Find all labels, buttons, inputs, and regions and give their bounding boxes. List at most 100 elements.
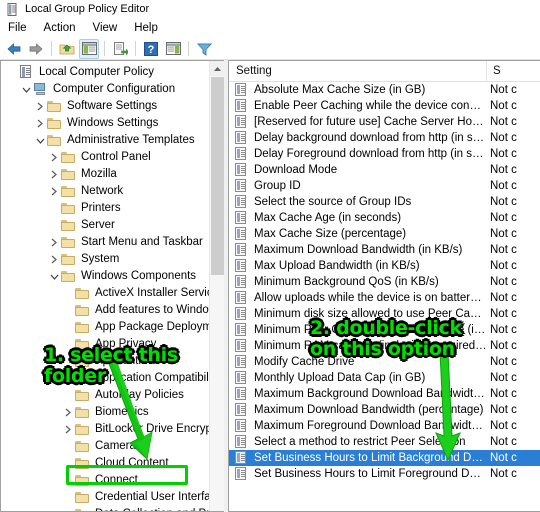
chevron-placeholder xyxy=(61,438,75,455)
tree-item-start-menu-and-taskbar[interactable]: Start Menu and Taskbar xyxy=(1,234,209,251)
tree-item-activex-installer-service[interactable]: ActiveX Installer Service xyxy=(1,285,219,302)
settings-list-row[interactable]: Minimum RAM capacity (inclusive) require… xyxy=(229,338,540,354)
tree-item-windows-components[interactable]: Windows Components xyxy=(1,268,209,285)
tree-item-app-package-deployment[interactable]: App Package Deployment xyxy=(1,319,224,336)
chevron-right-icon[interactable] xyxy=(33,115,47,132)
scroll-up-arrow-icon[interactable] xyxy=(210,61,224,76)
menu-item-help[interactable]: Help xyxy=(134,20,167,36)
settings-list-row[interactable]: Select the source of Group IDs Not c xyxy=(229,194,540,210)
settings-list-row[interactable]: Select a method to restrict Peer Selecti… xyxy=(229,434,540,450)
tree-item-label: Control Panel xyxy=(81,151,151,163)
setting-state: Not c xyxy=(490,164,517,176)
chevron-down-icon[interactable] xyxy=(47,268,61,285)
settings-list-row[interactable]: Maximum Foreground Download Bandwidth (p… xyxy=(229,418,540,434)
up-one-level-button[interactable] xyxy=(57,39,77,59)
content-panes: Local Computer Policy Computer Configurat… xyxy=(0,60,540,512)
policy-setting-icon xyxy=(234,354,249,370)
show-hide-console-tree-button[interactable] xyxy=(79,38,99,59)
settings-list-row[interactable]: Maximum Background Download Bandwidth (p… xyxy=(229,386,540,402)
tree-scrollbar-thumb[interactable] xyxy=(211,77,224,275)
chevron-right-icon[interactable] xyxy=(47,183,61,200)
settings-list-row[interactable]: Maximum Download Bandwidth (in KB/s) Not … xyxy=(229,242,540,258)
tree-item-application-compatibility[interactable]: Application Compatibility xyxy=(1,370,220,387)
menu-item-action[interactable]: Action xyxy=(44,20,85,36)
back-button[interactable] xyxy=(4,39,24,59)
tree-item-data-collection-and-preview-bu[interactable]: Data Collection and Preview Bu xyxy=(1,506,224,511)
settings-list-row[interactable]: Minimum Peer Caching Content File Size (… xyxy=(229,322,540,338)
tree-item-system[interactable]: System xyxy=(1,251,209,268)
help-button[interactable]: ? xyxy=(141,39,161,59)
menu-item-view[interactable]: View xyxy=(93,20,127,36)
chevron-right-icon[interactable] xyxy=(61,421,75,438)
setting-name: Delay background download from http (in … xyxy=(254,132,487,144)
tree-item-autoplay-policies[interactable]: AutoPlay Policies xyxy=(1,387,209,404)
setting-name: Group ID xyxy=(254,180,301,192)
chevron-right-icon[interactable] xyxy=(61,404,75,421)
show-hide-action-pane-button[interactable] xyxy=(163,39,183,59)
tree-item-software-settings[interactable]: Software Settings xyxy=(1,98,209,115)
chevron-right-icon[interactable] xyxy=(47,234,61,251)
tree-item-network[interactable]: Network xyxy=(1,183,209,200)
tree-item-computer-configuration[interactable]: Computer Configuration xyxy=(1,81,209,98)
settings-list-row[interactable]: [Reserved for future use] Cache Server H… xyxy=(229,114,540,130)
tree-item-mozilla[interactable]: Mozilla xyxy=(1,166,209,183)
policy-icon xyxy=(19,64,35,81)
menu-item-file[interactable]: File xyxy=(8,20,36,36)
setting-name: Minimum Background QoS (in KB/s) xyxy=(254,276,439,288)
settings-list-row[interactable]: Max Cache Size (percentage) Not c xyxy=(229,226,540,242)
tree-item-label: AutoPlay Policies xyxy=(95,389,184,401)
settings-list-row[interactable]: Minimum Background QoS (in KB/s) Not c xyxy=(229,274,540,290)
chevron-right-icon[interactable] xyxy=(47,149,61,166)
chevron-placeholder xyxy=(61,455,75,472)
tree-scrollbar[interactable] xyxy=(209,61,224,511)
settings-list-row[interactable]: Enable Peer Caching while the device con… xyxy=(229,98,540,114)
settings-list[interactable]: Absolute Max Cache Size (in GB) Not c Enab… xyxy=(229,82,540,511)
settings-list-row[interactable]: Delay background download from http (in … xyxy=(229,130,540,146)
setting-state: Not c xyxy=(490,308,517,320)
settings-list-row[interactable]: Max Cache Age (in seconds) Not c xyxy=(229,210,540,226)
settings-list-row[interactable]: Monthly Upload Data Cap (in GB) Not c xyxy=(229,370,540,386)
settings-list-row[interactable]: Group ID Not c xyxy=(229,178,540,194)
forward-button[interactable] xyxy=(26,39,46,59)
tree-item-app-privacy[interactable]: App Privacy xyxy=(1,336,209,353)
tree-item-label: Start Menu and Taskbar xyxy=(81,236,203,248)
tree-item-bitlocker-drive-encryption[interactable]: BitLocker Drive Encryption xyxy=(1,421,224,438)
chevron-placeholder xyxy=(61,285,75,302)
tree-item-app-runtime[interactable]: App runtime xyxy=(1,353,209,370)
setting-state: Not c xyxy=(490,228,517,240)
tree-item-local-computer-policy[interactable]: Local Computer Policy xyxy=(1,64,209,81)
tree-item-camera[interactable]: Camera xyxy=(1,438,209,455)
tree-item-control-panel[interactable]: Control Panel xyxy=(1,149,209,166)
settings-list-row[interactable]: Max Upload Bandwidth (in KB/s) Not c xyxy=(229,258,540,274)
column-header-setting[interactable]: Setting xyxy=(229,61,487,82)
column-header-state[interactable]: S xyxy=(487,61,540,82)
settings-list-row[interactable]: Absolute Max Cache Size (in GB) Not c xyxy=(229,82,540,98)
tree-item-printers[interactable]: Printers xyxy=(1,200,209,217)
settings-list-row[interactable]: Delay Foreground download from http (in … xyxy=(229,146,540,162)
folder-icon xyxy=(47,132,63,149)
policy-tree[interactable]: Local Computer Policy Computer Configurat… xyxy=(1,61,224,511)
settings-list-row[interactable]: Download Mode Not c xyxy=(229,162,540,178)
tree-item-administrative-templates[interactable]: Administrative Templates xyxy=(1,132,209,149)
export-list-button[interactable] xyxy=(110,39,130,59)
chevron-down-icon[interactable] xyxy=(33,132,47,149)
chevron-right-icon[interactable] xyxy=(47,251,61,268)
filter-button[interactable] xyxy=(194,39,214,59)
tree-item-credential-user-interface[interactable]: Credential User Interface xyxy=(1,489,223,506)
chevron-right-icon[interactable] xyxy=(33,98,47,115)
settings-list-row[interactable]: Set Business Hours to Limit Foreground D… xyxy=(229,466,540,482)
settings-list-row[interactable]: Set Business Hours to Limit Background D… xyxy=(229,450,540,466)
tree-item-connect[interactable]: Connect xyxy=(1,472,209,489)
chevron-down-icon[interactable] xyxy=(19,81,33,98)
tree-item-biometrics[interactable]: Biometrics xyxy=(1,404,209,421)
settings-list-row[interactable]: Modify Cache Drive Not c xyxy=(229,354,540,370)
tree-item-add-features-to-windows-10[interactable]: Add features to Windows 10 xyxy=(1,302,224,319)
tree-item-cloud-content[interactable]: Cloud Content xyxy=(1,455,209,472)
tree-item-windows-settings[interactable]: Windows Settings xyxy=(1,115,209,132)
chevron-right-icon[interactable] xyxy=(47,166,61,183)
settings-list-row[interactable]: Allow uploads while the device is on bat… xyxy=(229,290,540,306)
tree-item-server[interactable]: Server xyxy=(1,217,209,234)
settings-list-row[interactable]: Minimum disk size allowed to use Peer Ca… xyxy=(229,306,540,322)
tree-item-label: Credential User Interface xyxy=(95,491,223,503)
settings-list-row[interactable]: Maximum Download Bandwidth (percentage) N… xyxy=(229,402,540,418)
